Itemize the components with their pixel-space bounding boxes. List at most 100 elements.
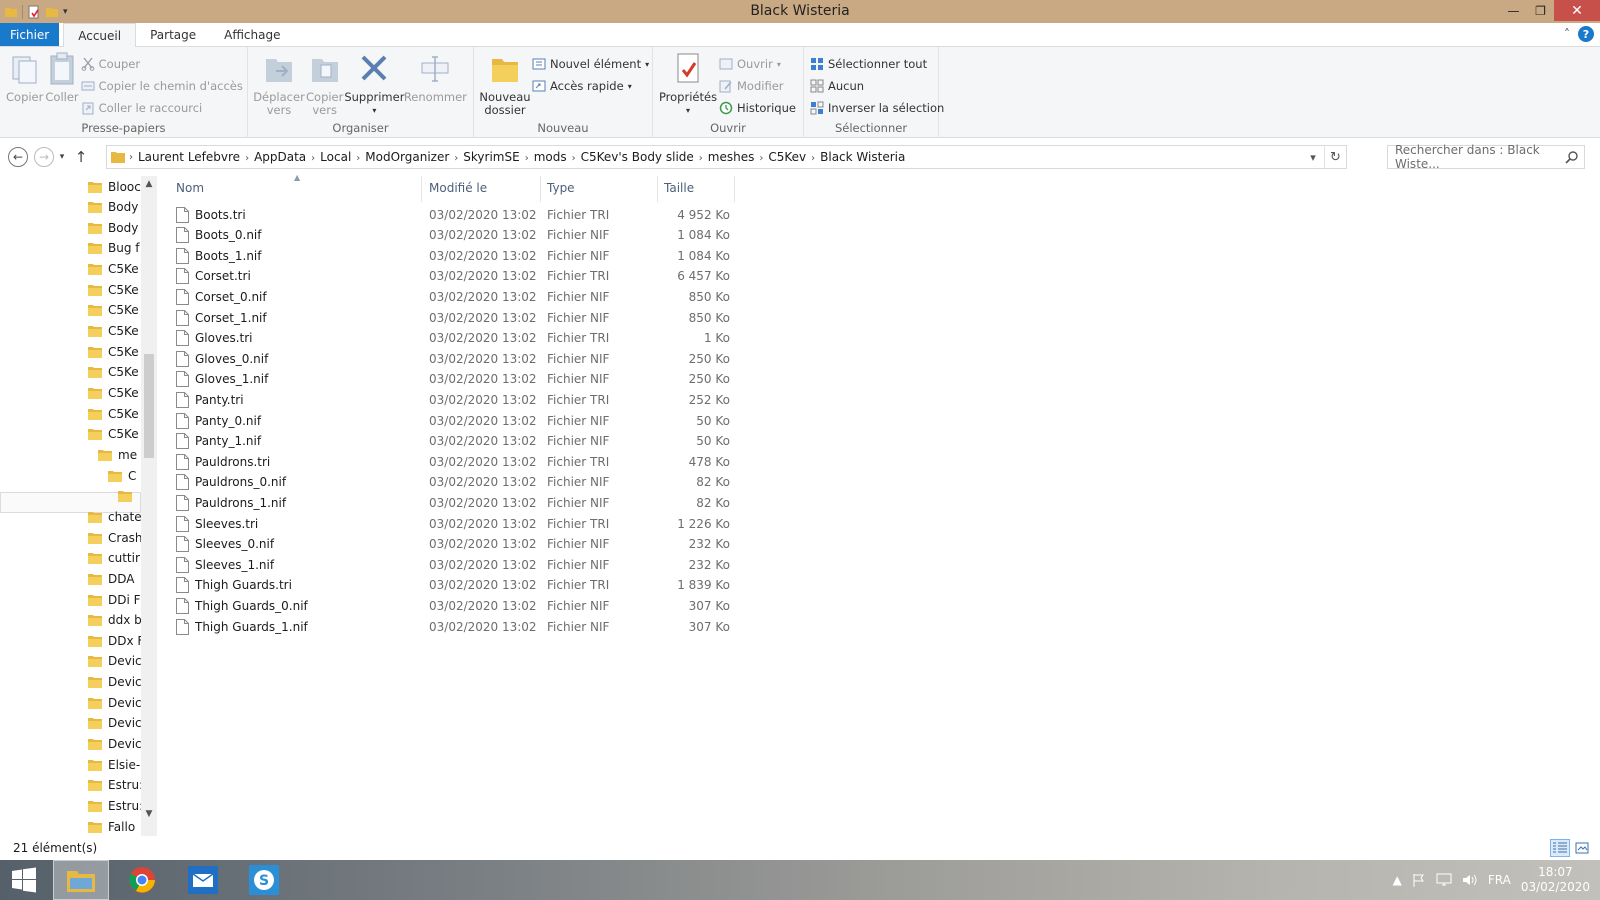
file-row[interactable]: Panty_1.nif 03/02/2020 13:02 Fichier NIF 50… <box>172 431 747 452</box>
forward-button[interactable]: → <box>34 147 54 167</box>
restore-button[interactable]: ❐ <box>1527 0 1554 21</box>
details-view-button[interactable] <box>1550 839 1570 857</box>
nav-tree-item[interactable]: C5Ke <box>88 362 141 383</box>
nav-tree-item[interactable]: C5Ke <box>88 383 141 404</box>
nav-tree-item[interactable]: Estru: <box>88 775 141 796</box>
nav-scrollbar[interactable]: ▲ ▼ <box>141 176 157 836</box>
taskbar-mail[interactable] <box>175 860 231 900</box>
historique-button[interactable]: Historique <box>719 99 796 117</box>
breadcrumb-item[interactable]: Local <box>315 150 356 164</box>
collapse-ribbon-icon[interactable]: ˄ <box>1564 27 1570 41</box>
file-row[interactable]: Panty_0.nif 03/02/2020 13:02 Fichier NIF 50… <box>172 410 747 431</box>
couper-button[interactable]: Couper <box>81 55 243 73</box>
clock[interactable]: 18:07 03/02/2020 <box>1521 865 1590 895</box>
file-row[interactable]: Corset_0.nif 03/02/2020 13:02 Fichier NIF 8… <box>172 286 747 307</box>
inverser-selection-button[interactable]: Inverser la sélection <box>810 99 944 117</box>
nav-tree-item[interactable]: chate <box>88 506 141 527</box>
nouvel-element-button[interactable]: Nouvel élément ▾ <box>532 55 649 73</box>
nav-tree-item[interactable]: me <box>98 444 141 465</box>
column-header-type[interactable]: Type <box>547 181 575 195</box>
modifier-button[interactable]: Modifier <box>719 77 796 95</box>
nav-tree-item[interactable]: Devic <box>88 713 141 734</box>
breadcrumb-item[interactable]: ModOrganizer <box>360 150 454 164</box>
breadcrumb-separator[interactable]: › <box>572 153 576 164</box>
nav-tree-item[interactable]: Estru: <box>88 796 141 817</box>
nav-tree-item[interactable]: cuttir <box>88 548 141 569</box>
close-button[interactable]: ✕ <box>1554 0 1600 21</box>
nav-tree-item[interactable]: Bug f <box>88 238 141 259</box>
scroll-thumb[interactable] <box>144 354 154 458</box>
file-row[interactable]: Gloves_0.nif 03/02/2020 13:02 Fichier NIF 2… <box>172 348 747 369</box>
nav-tree-item[interactable]: Body <box>88 197 141 218</box>
column-divider[interactable] <box>421 176 422 202</box>
nav-tree-item[interactable]: DDi F <box>88 589 141 610</box>
acces-rapide-button[interactable]: Accès rapide ▾ <box>532 77 649 95</box>
taskbar-skype[interactable]: S <box>236 860 292 900</box>
file-row[interactable]: Gloves.tri 03/02/2020 13:02 Fichier TRI 1 K… <box>172 328 747 349</box>
breadcrumb-item[interactable]: AppData <box>249 150 311 164</box>
nav-tree-item[interactable] <box>118 486 141 507</box>
back-button[interactable]: ← <box>8 147 28 167</box>
folder-icon[interactable] <box>4 5 18 19</box>
nav-tree-item[interactable]: Devic <box>88 672 141 693</box>
start-button[interactable] <box>0 860 48 900</box>
file-row[interactable]: Thigh Guards.tri 03/02/2020 13:02 Fichier … <box>172 575 747 596</box>
nav-tree-item[interactable]: Crash <box>88 527 141 548</box>
file-row[interactable]: Boots_1.nif 03/02/2020 13:02 Fichier NIF 1 … <box>172 245 747 266</box>
breadcrumb-item[interactable]: mods <box>529 150 572 164</box>
file-row[interactable]: Gloves_1.nif 03/02/2020 13:02 Fichier NIF 2… <box>172 369 747 390</box>
file-row[interactable]: Pauldrons.tri 03/02/2020 13:02 Fichier TRI… <box>172 451 747 472</box>
qat-dropdown-icon[interactable]: ▾ <box>63 7 68 17</box>
scroll-down-icon[interactable]: ▼ <box>141 806 157 822</box>
address-dropdown-icon[interactable]: ▾ <box>1302 146 1324 168</box>
file-row[interactable]: Corset_1.nif 03/02/2020 13:02 Fichier NIF 8… <box>172 307 747 328</box>
ouvrir-button[interactable]: Ouvrir ▾ <box>719 55 796 73</box>
column-divider[interactable] <box>540 176 541 202</box>
nav-tree-item[interactable]: DDA <box>88 568 141 589</box>
up-button[interactable]: ↑ <box>70 146 92 168</box>
search-input[interactable]: Rechercher dans : Black Wiste... <box>1387 143 1585 171</box>
nav-tree-item[interactable]: C5Ke <box>88 341 141 362</box>
nav-tree-item[interactable]: C5Ke <box>88 403 141 424</box>
breadcrumb-item[interactable]: C5Kev <box>763 150 811 164</box>
taskbar-chrome[interactable] <box>114 860 170 900</box>
nav-tree-item[interactable]: Body <box>88 217 141 238</box>
network-icon[interactable] <box>1436 873 1452 887</box>
recent-locations-icon[interactable]: ▾ <box>54 146 70 168</box>
volume-icon[interactable] <box>1462 873 1478 887</box>
column-header-date[interactable]: Modifié le <box>429 181 487 195</box>
nav-tree-item[interactable]: C5Ke <box>88 424 141 445</box>
show-hidden-icons-icon[interactable]: ▲ <box>1393 873 1402 887</box>
nav-tree-item[interactable]: C <box>108 465 141 486</box>
file-row[interactable]: Sleeves_1.nif 03/02/2020 13:02 Fichier NIF… <box>172 554 747 575</box>
file-row[interactable]: Boots.tri 03/02/2020 13:02 Fichier TRI 4 95… <box>172 204 747 225</box>
file-row[interactable]: Pauldrons_0.nif 03/02/2020 13:02 Fichier N… <box>172 472 747 493</box>
breadcrumb-item[interactable]: SkyrimSE <box>458 150 524 164</box>
column-divider[interactable] <box>734 176 735 202</box>
selectionner-tout-button[interactable]: Sélectionner tout <box>810 55 944 73</box>
nav-tree-item[interactable]: ddx b <box>88 610 141 631</box>
tab-accueil[interactable]: Accueil <box>63 23 137 48</box>
breadcrumb-item[interactable]: C5Kev's Body slide <box>576 150 699 164</box>
aucun-button[interactable]: Aucun <box>810 77 944 95</box>
properties-icon[interactable] <box>27 5 41 19</box>
coller-raccourci-button[interactable]: Coller le raccourci <box>81 99 243 117</box>
column-header-name[interactable]: Nom <box>176 181 204 195</box>
column-divider[interactable] <box>657 176 658 202</box>
refresh-icon[interactable]: ↻ <box>1324 146 1346 168</box>
breadcrumb-item[interactable]: meshes <box>703 150 760 164</box>
nav-tree-item[interactable]: C5Ke <box>88 259 141 280</box>
tab-fichier[interactable]: Fichier <box>0 23 60 46</box>
nav-tree-item[interactable]: Devic <box>88 651 141 672</box>
breadcrumb-item[interactable]: Laurent Lefebvre <box>133 150 245 164</box>
tab-partage[interactable]: Partage <box>136 23 210 46</box>
address-bar[interactable]: › Laurent Lefebvre › AppData › Local › ModOrga… <box>106 145 1347 169</box>
tab-affichage[interactable]: Affichage <box>210 23 294 46</box>
nav-tree-item[interactable]: Blooc <box>88 176 141 197</box>
nav-tree-item[interactable]: Devic <box>88 734 141 755</box>
nav-tree-item[interactable]: Fallo <box>88 816 141 836</box>
nav-tree-item[interactable]: C5Ke <box>88 279 141 300</box>
action-center-flag-icon[interactable] <box>1412 873 1426 887</box>
scroll-up-icon[interactable]: ▲ <box>141 176 157 192</box>
nav-tree-item[interactable]: Elsie- <box>88 754 141 775</box>
